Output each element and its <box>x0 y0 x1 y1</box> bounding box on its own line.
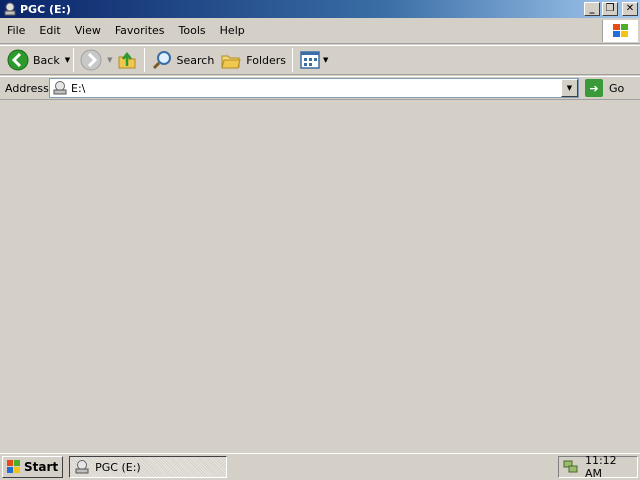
forward-arrow-icon <box>80 49 102 71</box>
windows-flag-icon <box>612 24 628 37</box>
up-button[interactable] <box>113 46 141 74</box>
toolbar-separator <box>73 48 75 72</box>
minimize-icon: _ <box>589 3 595 14</box>
menu-bar: File Edit View Favorites Tools Help <box>0 19 640 44</box>
standard-toolbar: Back ▼ ▼ Search Folders ▼ <box>0 45 640 75</box>
windows-logo <box>602 20 638 42</box>
chevron-down-icon: ▼ <box>566 84 573 92</box>
drive-icon <box>75 460 89 474</box>
go-arrow-icon: ➔ <box>585 79 603 97</box>
address-value: E:\ <box>71 81 86 95</box>
minimize-button[interactable]: _ <box>584 2 600 16</box>
back-button[interactable]: Back <box>4 46 63 74</box>
menu-help[interactable]: Help <box>213 20 252 42</box>
toolbar-separator <box>292 48 294 72</box>
folders-button[interactable]: Folders <box>217 46 289 74</box>
clock[interactable]: 11:12 AM <box>585 454 637 480</box>
address-bar: Address E:\ ▼ ➔ Go <box>0 76 640 100</box>
folders-label: Folders <box>246 53 287 67</box>
address-label: Address <box>5 81 49 95</box>
forward-button[interactable] <box>77 46 105 74</box>
views-button[interactable]: ▼ <box>296 46 331 74</box>
search-button[interactable]: Search <box>148 46 218 74</box>
start-button[interactable]: Start <box>2 456 64 478</box>
back-dropdown-icon[interactable]: ▼ <box>65 56 70 64</box>
search-label: Search <box>176 53 215 67</box>
menu-view[interactable]: View <box>68 20 108 42</box>
menu-favorites[interactable]: Favorites <box>108 20 172 42</box>
folders-icon <box>221 55 241 69</box>
close-icon: ✕ <box>625 3 635 14</box>
go-label: Go <box>609 81 625 95</box>
back-arrow-icon <box>7 49 29 71</box>
menu-file[interactable]: File <box>0 20 32 42</box>
taskbar-window-label: PGC (E:) <box>95 460 141 474</box>
menu-tools[interactable]: Tools <box>172 20 213 42</box>
toolbar-separator <box>143 48 145 72</box>
window-title: PGC (E:) <box>20 2 71 16</box>
views-icon <box>300 51 320 69</box>
title-bar[interactable]: PGC (E:) _ ❐ ✕ <box>0 0 640 18</box>
network-icon[interactable] <box>563 459 579 475</box>
up-folder-icon <box>118 51 135 69</box>
taskbar-window-button[interactable]: PGC (E:) <box>69 456 228 478</box>
search-icon <box>152 51 171 70</box>
close-button[interactable]: ✕ <box>622 2 638 16</box>
taskbar: Start PGC (E:) 11:12 AM <box>0 453 640 480</box>
restore-button[interactable]: ❐ <box>602 2 618 16</box>
folder-content-area[interactable] <box>0 101 640 453</box>
restore-icon: ❐ <box>605 3 615 14</box>
address-dropdown-button[interactable]: ▼ <box>561 79 578 97</box>
drive-icon <box>4 2 16 16</box>
views-dropdown-icon[interactable]: ▼ <box>323 56 328 64</box>
start-label: Start <box>24 460 59 474</box>
drive-icon <box>53 81 67 95</box>
back-label: Back <box>33 53 60 67</box>
go-button[interactable]: ➔ Go <box>585 79 624 97</box>
address-input[interactable]: E:\ ▼ <box>49 78 579 98</box>
system-tray: 11:12 AM <box>558 454 638 480</box>
menu-edit[interactable]: Edit <box>32 20 67 42</box>
windows-flag-icon <box>7 460 20 473</box>
